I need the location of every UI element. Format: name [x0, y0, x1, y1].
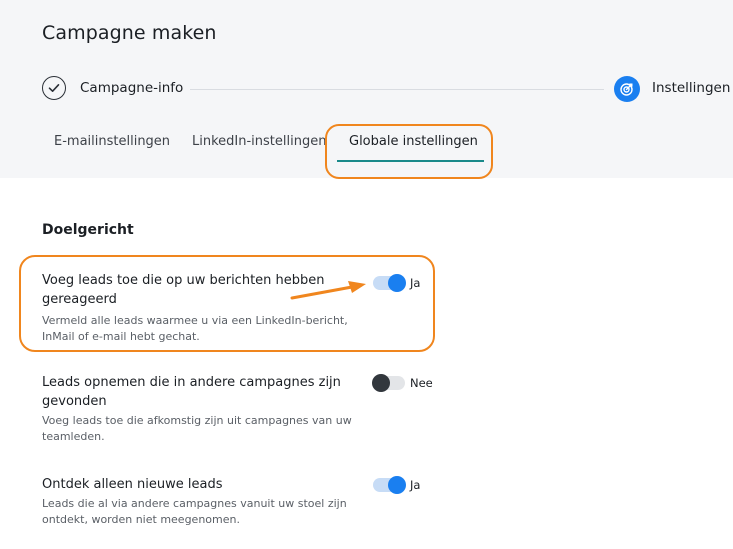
arrow-icon — [290, 281, 366, 300]
tab-email-settings[interactable]: E-mailinstellingen — [54, 134, 170, 149]
active-tab-indicator — [337, 160, 484, 162]
toggle-knob — [388, 476, 406, 494]
setting-title-new-leads-only: Ontdek alleen nieuwe leads — [42, 477, 223, 492]
target-icon — [620, 83, 633, 96]
toggle-new-leads-only[interactable] — [373, 476, 406, 494]
setting-description-other-campaigns: Voeg leads toe die afkomstig zijn uit ca… — [42, 414, 352, 443]
setting-description-new-leads-only: Leads die al via andere campagnes vanuit… — [42, 497, 347, 526]
stepper-connector — [190, 89, 604, 90]
tab-linkedin-settings[interactable]: LinkedIn-instellingen — [192, 134, 326, 149]
tab-global-settings[interactable]: Globale instellingen — [349, 134, 478, 149]
step-active — [614, 76, 640, 102]
toggle-state-label: Ja — [410, 276, 421, 290]
section-title: Doelgericht — [42, 222, 134, 238]
toggle-state-label: Ja — [410, 478, 421, 492]
step-label-instellingen: Instellingen — [652, 80, 731, 96]
toggle-knob — [372, 374, 390, 392]
toggle-other-campaigns[interactable] — [372, 374, 405, 392]
page-title: Campagne maken — [42, 22, 217, 44]
check-icon — [48, 84, 60, 92]
toggle-knob — [388, 274, 406, 292]
toggle-state-label: Nee — [410, 376, 433, 390]
setting-title-other-campaigns: Leads opnemen die in andere campagnes zi… — [42, 375, 341, 409]
toggle-replied-leads[interactable] — [373, 274, 406, 292]
step-label-campagne-info: Campagne-info — [80, 80, 184, 96]
setting-description-replied-leads: Vermeld alle leads waarmee u via een Lin… — [42, 314, 348, 343]
step-completed — [42, 76, 66, 100]
